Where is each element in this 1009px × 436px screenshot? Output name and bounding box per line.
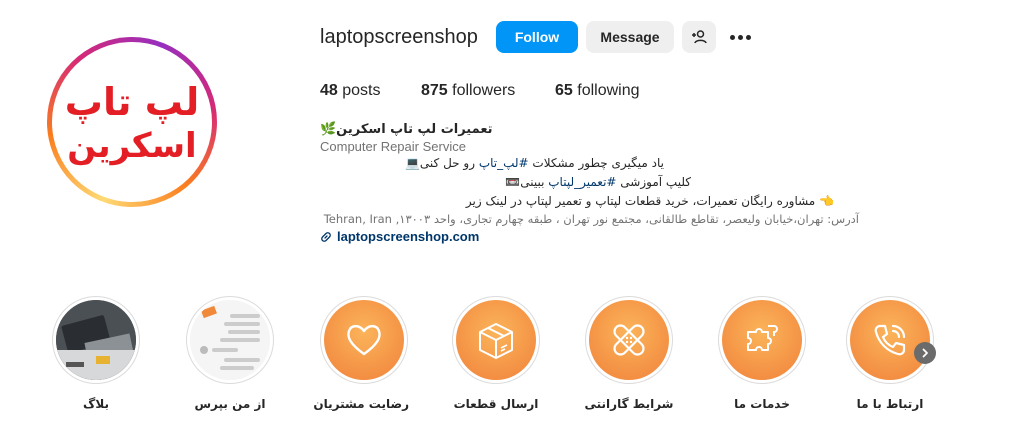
chevron-right-icon (922, 348, 928, 358)
highlight-label: شرایط گارانتی (584, 397, 674, 411)
logo-line-1: لپ تاپ (67, 80, 197, 124)
suggest-user-button[interactable] (682, 21, 716, 53)
posts-label: posts (342, 82, 381, 99)
following-count: 65 (555, 82, 573, 99)
add-person-icon (692, 30, 707, 44)
message-button[interactable]: Message (586, 21, 674, 53)
highlight-label: از من بپرس (194, 397, 266, 411)
profile-category: Computer Repair Service (320, 139, 466, 154)
username: laptopscreenshop (320, 26, 478, 48)
posts-stat: 48 posts (320, 82, 381, 100)
box-icon (479, 323, 513, 359)
phone-icon (874, 324, 906, 356)
following-stat[interactable]: 65 following (555, 82, 640, 100)
profile-display-name: تعمیرات لپ تاپ اسکرین🌿 (320, 122, 493, 137)
avatar-border: لپ تاپ اسکرین (52, 42, 212, 202)
laptop-photo-thumbnail (56, 300, 136, 380)
highlight-label: خدمات ما (734, 397, 790, 411)
followers-stat[interactable]: 875 followers (421, 82, 515, 100)
bio-line-2: کلیپ آموزشی #تعمیر_لپتاپ ببینی📼 (505, 175, 691, 189)
highlight-label: ارتباط با ما (856, 397, 924, 411)
bio-address: آدرس: تهران،خیابان ولیعصر، تقاطع طالقانی… (323, 212, 859, 226)
highlight-label: رضایت مشتریان (313, 397, 409, 411)
highlight-label: بلاگ (83, 397, 109, 411)
website-url: laptopscreenshop.com (337, 229, 480, 244)
hashtag-laptop-repair[interactable]: #تعمیر_لپتاپ (548, 175, 616, 189)
laptop-screen-logo: لپ تاپ اسکرین (56, 46, 208, 198)
chat-screenshot-thumbnail (190, 300, 270, 380)
bio-line-3: 👈 مشاوره رایگان تعمیرات، خرید قطعات لپتا… (465, 194, 834, 208)
highlight-parts-shipping[interactable]: ارسال قطعات (451, 296, 541, 411)
followers-label: followers (452, 82, 516, 99)
bio-line-1: یاد میگیری چطور مشکلات #لپ_تاپ رو حل کنی… (404, 156, 664, 170)
logo-line-2: اسکرین (67, 126, 196, 166)
highlight-label: ارسال قطعات (453, 397, 539, 411)
puzzle-icon (747, 325, 778, 351)
posts-count: 48 (320, 82, 338, 99)
profile-avatar[interactable]: لپ تاپ اسکرین (47, 37, 217, 207)
profile-website-link[interactable]: laptopscreenshop.com (320, 229, 479, 244)
highlight-warranty[interactable]: شرایط گارانتی (584, 296, 674, 411)
highlight-blog[interactable]: بلاگ (51, 296, 141, 411)
link-icon (321, 231, 331, 242)
hashtag-laptop[interactable]: #لپ_تاپ (479, 156, 529, 170)
followers-count: 875 (421, 82, 448, 99)
more-options-button[interactable] (724, 24, 756, 50)
highlights-next-button[interactable] (914, 342, 936, 364)
highlight-ask-me[interactable]: از من بپرس (185, 296, 275, 411)
highlight-our-services[interactable]: خدمات ما (717, 296, 807, 411)
more-dots-icon (729, 34, 735, 40)
highlight-customer-satisfaction[interactable]: رضایت مشتریان (313, 296, 409, 411)
heart-icon (347, 324, 381, 356)
follow-button[interactable]: Follow (496, 21, 578, 53)
bandage-icon (613, 324, 645, 356)
following-label: following (577, 82, 640, 99)
logo-graphic: لپ تاپ اسکرین (67, 80, 197, 166)
